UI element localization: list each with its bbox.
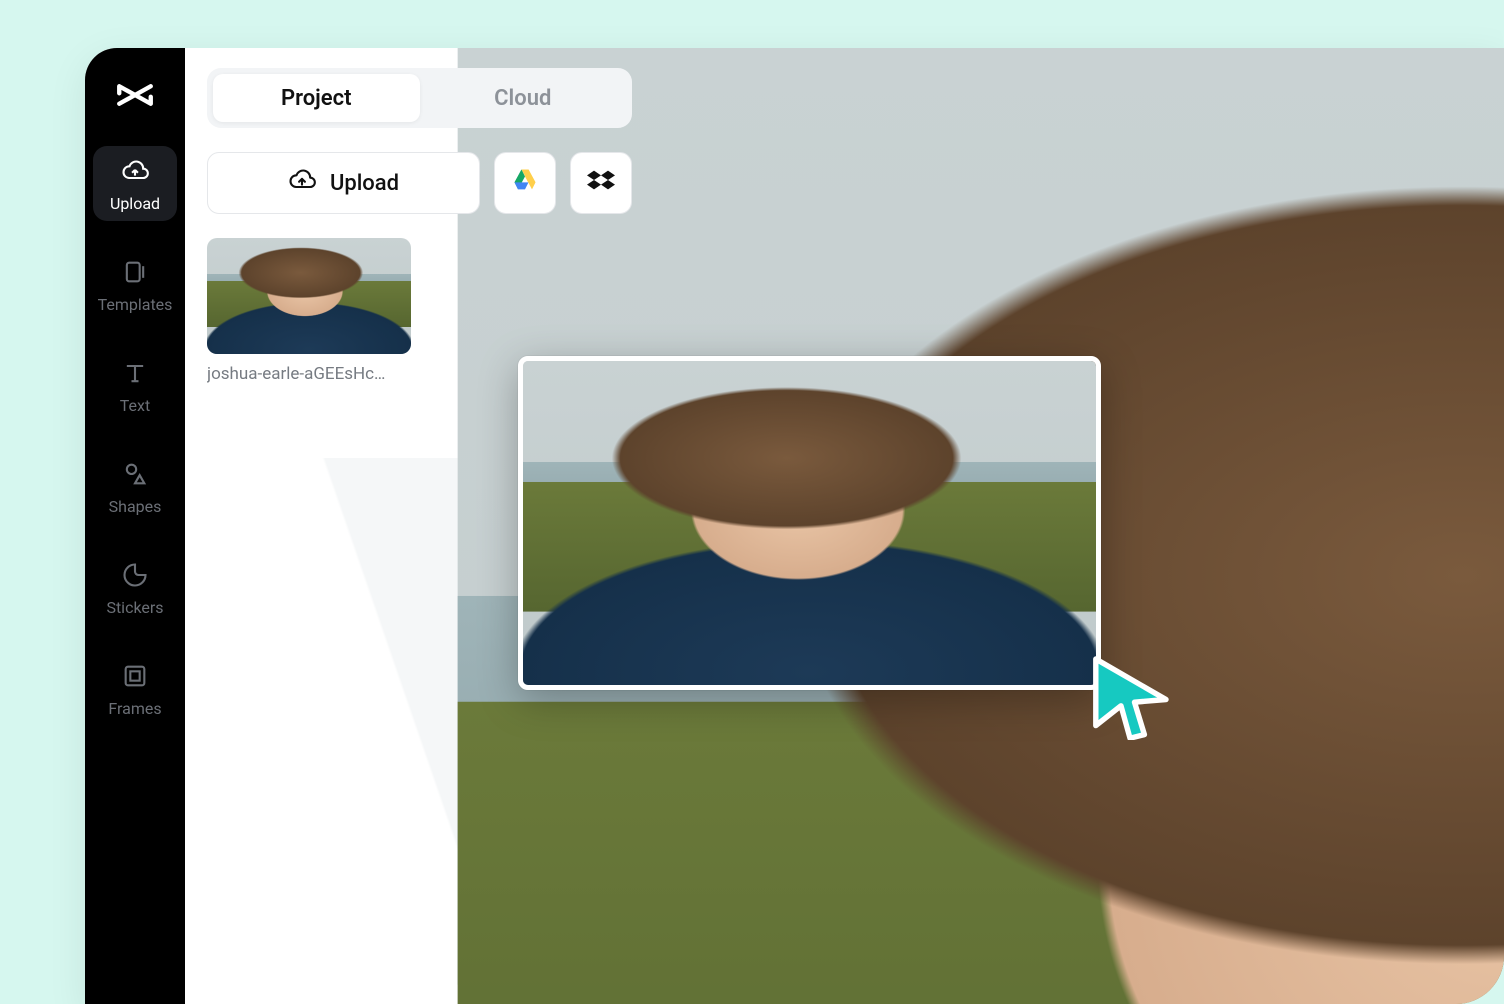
asset-item[interactable]: joshua-earle-aGEEsHc… <box>207 238 411 384</box>
sidebar-item-text[interactable]: Text <box>93 348 177 423</box>
tab-project[interactable]: Project <box>213 74 420 122</box>
upload-button[interactable]: Upload <box>207 152 480 214</box>
google-drive-icon <box>511 166 539 200</box>
shapes-icon <box>120 459 150 489</box>
cloud-upload-icon <box>288 166 316 200</box>
text-icon <box>120 358 150 388</box>
sidebar-item-label: Frames <box>108 699 161 718</box>
stickers-icon <box>120 560 150 590</box>
photo-preview <box>523 361 1096 685</box>
sidebar-item-stickers[interactable]: Stickers <box>93 550 177 625</box>
sidebar-item-label: Upload <box>110 194 160 213</box>
sidebar-item-label: Stickers <box>106 598 163 617</box>
sidebar-item-templates[interactable]: Templates <box>93 247 177 322</box>
sidebar-item-label: Templates <box>98 295 173 314</box>
sidebar-item-label: Shapes <box>109 497 162 516</box>
cloud-upload-icon <box>120 156 150 186</box>
sidebar-item-upload[interactable]: Upload <box>93 146 177 221</box>
app-logo[interactable] <box>114 74 156 120</box>
dropbox-button[interactable] <box>570 152 632 214</box>
sidebar-item-label: Text <box>120 396 150 415</box>
frames-icon <box>120 661 150 691</box>
asset-thumbnail[interactable] <box>207 238 411 354</box>
sidebar: Upload Templates Text Shapes Stickers <box>85 48 185 1004</box>
dropbox-icon <box>587 166 615 200</box>
asset-filename: joshua-earle-aGEEsHc… <box>207 364 411 384</box>
drag-cursor-icon <box>1085 650 1175 740</box>
upload-row: Upload <box>207 152 632 214</box>
google-drive-button[interactable] <box>494 152 556 214</box>
panel-tabs: Project Cloud <box>207 68 632 128</box>
photo-preview <box>207 238 411 354</box>
sidebar-item-shapes[interactable]: Shapes <box>93 449 177 524</box>
upload-button-label: Upload <box>330 171 399 196</box>
templates-icon <box>120 257 150 287</box>
sidebar-item-frames[interactable]: Frames <box>93 651 177 726</box>
dragging-asset-preview[interactable] <box>518 356 1101 690</box>
tab-cloud[interactable]: Cloud <box>420 74 627 122</box>
